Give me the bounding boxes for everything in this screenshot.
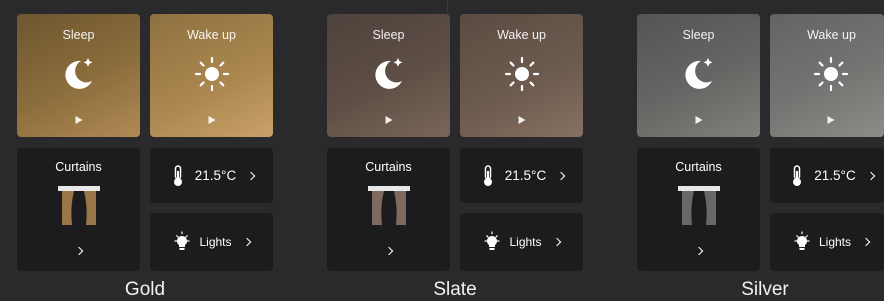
temperature-tile[interactable]: 21.5°C: [150, 148, 273, 203]
sun-icon: [504, 56, 539, 92]
chevron-right-icon[interactable]: [246, 171, 256, 180]
play-icon[interactable]: [385, 116, 392, 124]
play-icon[interactable]: [827, 116, 835, 124]
curtains-label: Curtains: [55, 160, 102, 174]
chevron-right-icon[interactable]: [552, 237, 561, 247]
lightbulb-icon: [794, 231, 810, 250]
moon-icon: [684, 58, 712, 89]
moon-icon: [64, 58, 92, 89]
play-icon[interactable]: [518, 116, 525, 124]
lights-tile[interactable]: Lights: [150, 213, 273, 271]
temperature-tile[interactable]: 21.5°C: [460, 148, 583, 203]
scene-label: Wake up: [497, 28, 546, 42]
scene-sleep-button[interactable]: Sleep: [327, 14, 450, 137]
lights-label: Lights: [199, 235, 232, 249]
moon-icon: [374, 58, 402, 89]
sun-icon: [813, 56, 849, 92]
lightbulb-icon: [484, 231, 501, 250]
curtains-tile[interactable]: Curtains: [327, 148, 450, 271]
scene-wakeup-button[interactable]: Wake up: [460, 14, 583, 137]
temperature-value: 21.5°C: [194, 168, 237, 183]
theme-gold: Sleep Wake up Curtains 21.5°C Lights Gol…: [14, 14, 280, 301]
lightbulb-icon: [174, 231, 191, 250]
curtains-icon: [57, 186, 100, 225]
play-icon[interactable]: [208, 116, 215, 124]
lights-label: Lights: [509, 235, 542, 249]
scene-label: Wake up: [187, 28, 236, 42]
scene-label: Sleep: [682, 28, 715, 42]
scene-label: Wake up: [807, 28, 856, 42]
temperature-value: 21.5°C: [814, 168, 856, 183]
curtains-tile[interactable]: Curtains: [17, 148, 140, 271]
background-divider: [447, 0, 448, 14]
play-icon[interactable]: [75, 116, 82, 124]
play-icon[interactable]: [695, 116, 702, 124]
chevron-right-icon[interactable]: [556, 171, 566, 180]
thermometer-icon: [483, 164, 492, 186]
theme-caption: Slate: [433, 279, 477, 300]
temperature-value: 21.5°C: [504, 168, 547, 183]
theme-slate: Sleep Wake up Curtains 21.5°C Lights Sla…: [324, 14, 590, 301]
lights-label: Lights: [818, 235, 852, 249]
chevron-right-icon[interactable]: [861, 237, 871, 247]
lights-tile[interactable]: Lights: [460, 213, 583, 271]
scene-sleep-button[interactable]: Sleep: [637, 14, 760, 137]
curtains-icon: [367, 186, 410, 225]
chevron-right-icon[interactable]: [74, 246, 84, 256]
scene-sleep-button[interactable]: Sleep: [17, 14, 140, 137]
theme-caption: Silver: [741, 279, 789, 300]
sun-icon: [194, 56, 229, 92]
thermometer-icon: [173, 164, 182, 186]
curtains-tile[interactable]: Curtains: [637, 148, 760, 271]
scene-wakeup-button[interactable]: Wake up: [150, 14, 273, 137]
chevron-right-icon[interactable]: [384, 246, 394, 256]
chevron-right-icon[interactable]: [694, 246, 704, 256]
temperature-tile[interactable]: 21.5°C: [770, 148, 884, 203]
curtains-icon: [677, 186, 720, 225]
theme-silver: Sleep Wake up Curtains 21.5°C Lights Sil…: [634, 14, 884, 301]
scene-wakeup-button[interactable]: Wake up: [770, 14, 884, 137]
theme-preview-stage: Sleep Wake up Curtains 21.5°C Lights Gol…: [0, 0, 884, 301]
scene-label: Sleep: [62, 28, 95, 42]
curtains-label: Curtains: [365, 160, 412, 174]
curtains-label: Curtains: [675, 160, 722, 174]
theme-caption: Gold: [124, 279, 166, 300]
thermometer-icon: [793, 164, 802, 186]
chevron-right-icon[interactable]: [242, 237, 251, 247]
lights-tile[interactable]: Lights: [770, 213, 884, 271]
scene-label: Sleep: [372, 28, 405, 42]
chevron-right-icon[interactable]: [866, 171, 875, 180]
